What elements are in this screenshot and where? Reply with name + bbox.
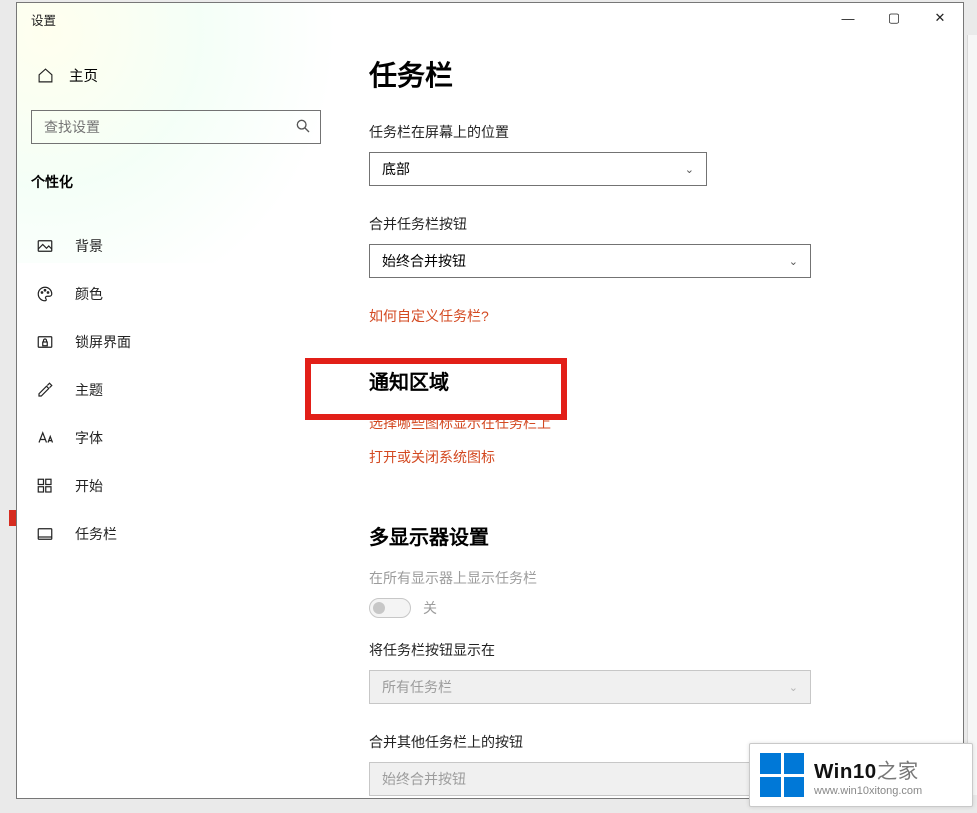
notification-area-heading: 通知区域	[369, 366, 929, 395]
toggle-state-label: 关	[423, 598, 437, 618]
sidebar-item-label: 锁屏界面	[75, 332, 131, 352]
taskbar-position-dropdown[interactable]: 底部 ⌄	[369, 152, 707, 186]
window-title: 设置	[31, 10, 56, 29]
sidebar-category: 个性化	[17, 172, 335, 192]
dropdown-value: 始终合并按钮	[382, 769, 466, 789]
close-button[interactable]: ✕	[917, 3, 963, 33]
combine-buttons-label: 合并任务栏按钮	[369, 214, 929, 234]
sidebar-item-start[interactable]: 开始	[17, 462, 335, 510]
theme-icon	[35, 380, 55, 400]
watermark-url: www.win10xitong.com	[814, 785, 922, 797]
multi-display-desc: 在所有显示器上显示任务栏	[369, 568, 929, 588]
sidebar-item-lockscreen[interactable]: 锁屏界面	[17, 318, 335, 366]
notification-links: 选择哪些图标显示在任务栏上 打开或关闭系统图标	[369, 413, 929, 481]
dropdown-value: 所有任务栏	[382, 677, 452, 697]
sidebar-item-taskbar[interactable]: 任务栏	[17, 510, 335, 558]
sidebar-item-label: 背景	[75, 236, 103, 256]
taskbar-icon	[35, 524, 55, 544]
picture-icon	[35, 236, 55, 256]
right-edge-strip	[967, 35, 977, 795]
sidebar-item-label: 主题	[75, 380, 103, 400]
select-taskbar-icons-link[interactable]: 选择哪些图标显示在任务栏上	[369, 413, 551, 433]
home-label: 主页	[69, 65, 98, 86]
titlebar[interactable]: 设置 — ▢ ✕	[17, 3, 963, 36]
chevron-down-icon: ⌄	[789, 255, 798, 268]
minimize-button[interactable]: —	[825, 3, 871, 33]
watermark-title-rest: 之家	[877, 760, 919, 783]
windows-logo-icon	[760, 753, 804, 797]
sidebar-item-label: 任务栏	[75, 524, 117, 544]
palette-icon	[35, 284, 55, 304]
show-buttons-on-label: 将任务栏按钮显示在	[369, 640, 929, 660]
start-icon	[35, 476, 55, 496]
sidebar-item-themes[interactable]: 主题	[17, 366, 335, 414]
maximize-button[interactable]: ▢	[871, 3, 917, 33]
window-controls: — ▢ ✕	[825, 3, 963, 33]
page-title: 任务栏	[369, 54, 929, 94]
dropdown-value: 始终合并按钮	[382, 251, 466, 271]
sidebar-item-background[interactable]: 背景	[17, 222, 335, 270]
font-icon	[35, 428, 55, 448]
search-icon	[295, 118, 311, 134]
combine-buttons-dropdown[interactable]: 始终合并按钮 ⌄	[369, 244, 811, 278]
watermark-title-bold: Win10	[814, 760, 877, 783]
window-body: 主页 个性化 背景 颜色	[17, 36, 963, 798]
sidebar: 主页 个性化 背景 颜色	[17, 36, 335, 798]
multi-display-heading: 多显示器设置	[369, 521, 929, 550]
home-nav[interactable]: 主页	[17, 60, 335, 90]
toggle-knob	[373, 602, 385, 614]
show-buttons-on-dropdown: 所有任务栏 ⌄	[369, 670, 811, 704]
customize-taskbar-link[interactable]: 如何自定义任务栏?	[369, 306, 489, 326]
sidebar-item-label: 字体	[75, 428, 103, 448]
multi-display-toggle	[369, 598, 411, 618]
watermark: Win10之家 www.win10xitong.com	[749, 743, 973, 807]
combine-other-dropdown: 始终合并按钮 ⌄	[369, 762, 811, 796]
settings-window: 设置 — ▢ ✕ 主页 个性化	[16, 2, 964, 799]
sidebar-item-label: 开始	[75, 476, 103, 496]
watermark-text: Win10之家 www.win10xitong.com	[814, 754, 922, 797]
content: 任务栏 任务栏在屏幕上的位置 底部 ⌄ 合并任务栏按钮 始终合并按钮 ⌄ 如何自…	[335, 36, 963, 798]
sidebar-item-colors[interactable]: 颜色	[17, 270, 335, 318]
search-input[interactable]	[31, 110, 321, 144]
multi-display-toggle-row: 关	[369, 598, 929, 618]
chevron-down-icon: ⌄	[685, 163, 694, 176]
search-wrap	[31, 110, 321, 144]
home-icon	[35, 65, 55, 85]
lockscreen-icon	[35, 332, 55, 352]
toggle-system-icons-link[interactable]: 打开或关闭系统图标	[369, 447, 495, 467]
sidebar-item-label: 颜色	[75, 284, 103, 304]
dropdown-value: 底部	[382, 159, 410, 179]
sidebar-item-fonts[interactable]: 字体	[17, 414, 335, 462]
chevron-down-icon: ⌄	[789, 681, 798, 694]
taskbar-position-label: 任务栏在屏幕上的位置	[369, 122, 929, 142]
